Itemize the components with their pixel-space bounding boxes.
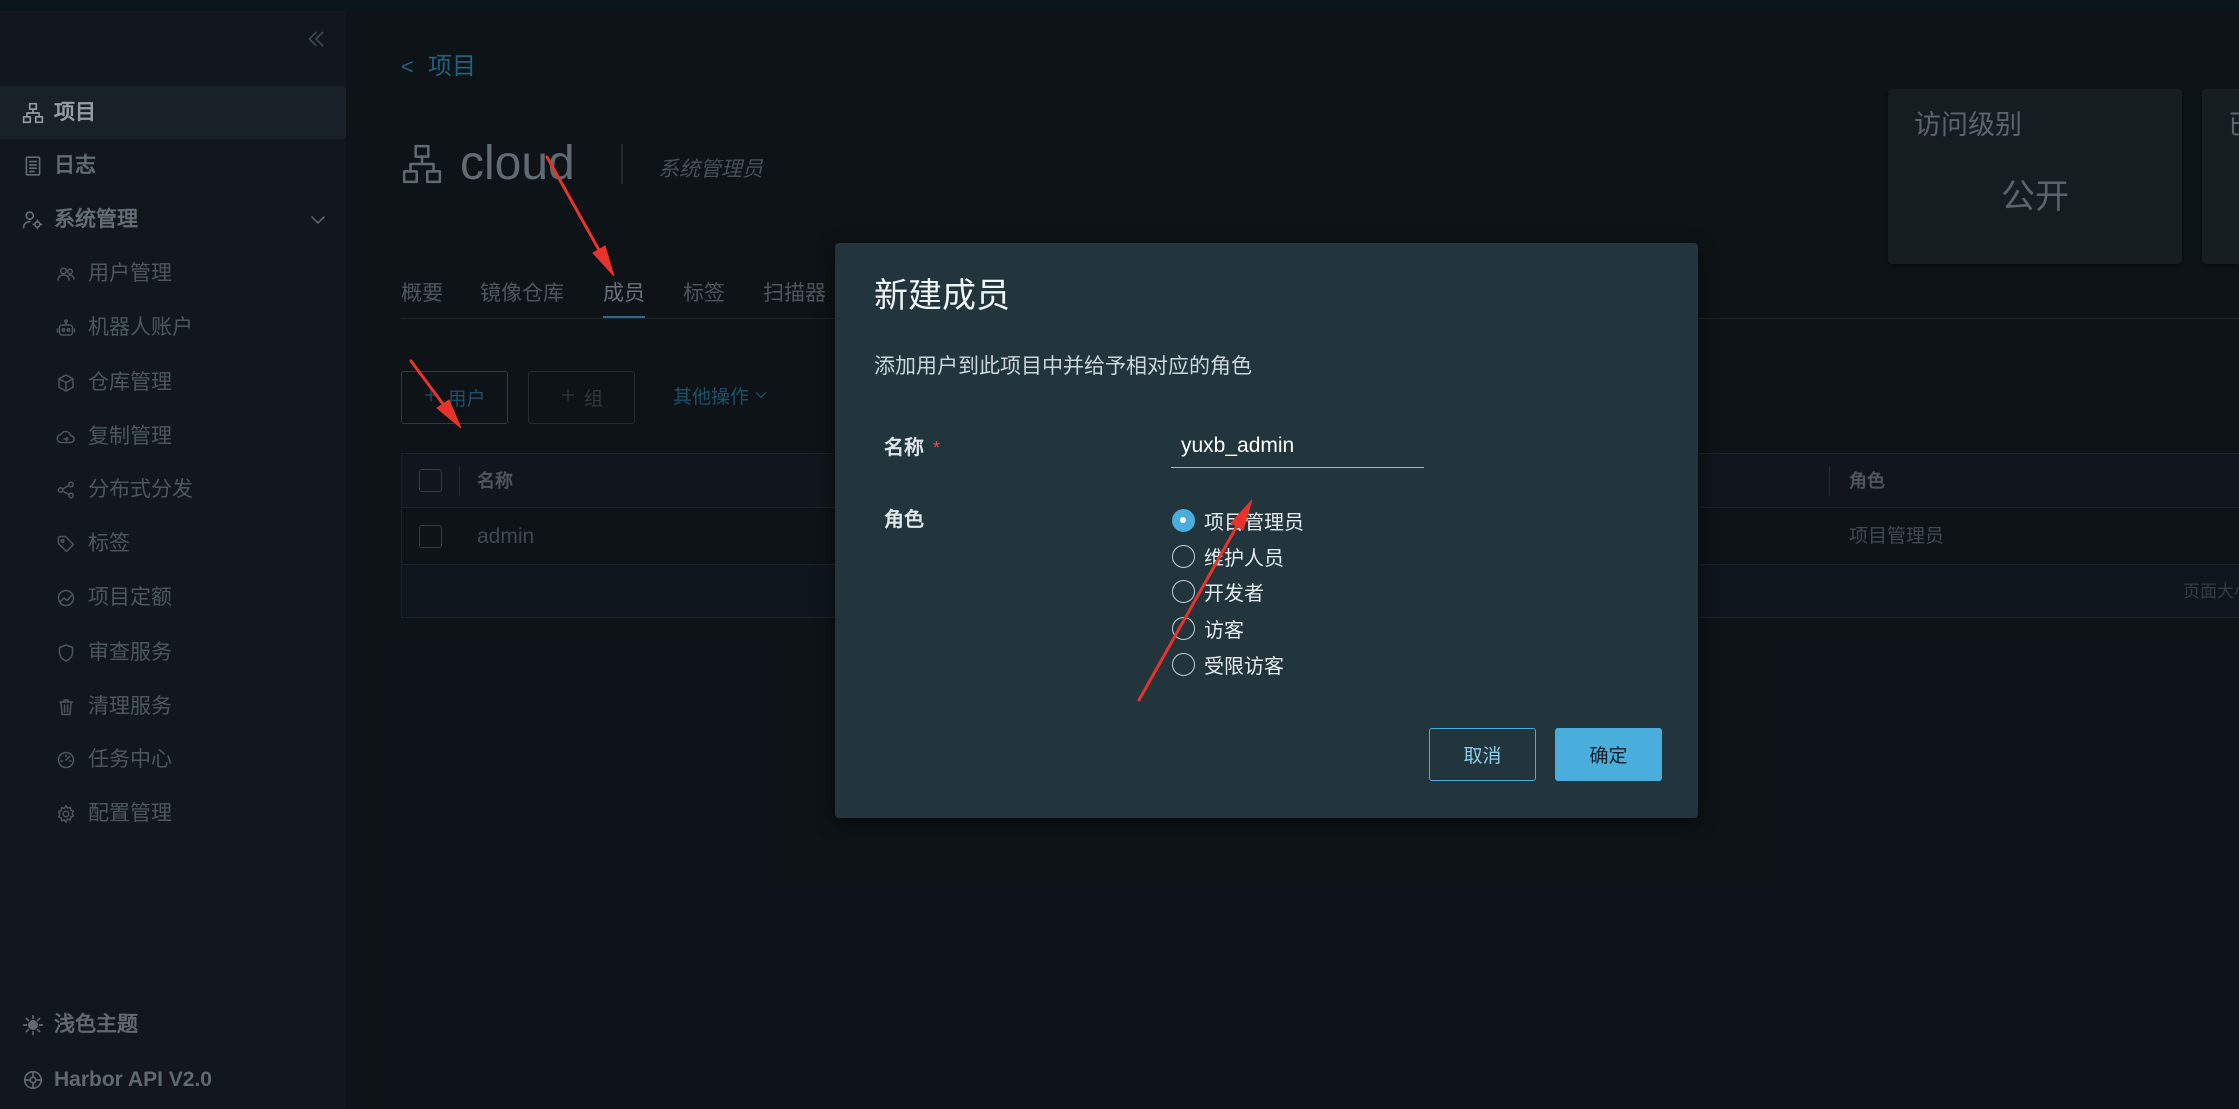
role-radio[interactable] bbox=[1172, 508, 1195, 532]
name-label: 名称 bbox=[884, 437, 924, 459]
role-option-label: 维护人员 bbox=[1204, 547, 1284, 570]
role-option-label: 项目管理员 bbox=[1204, 511, 1304, 534]
role-radio[interactable] bbox=[1172, 616, 1195, 640]
new-member-dialog: 新建成员 添加用户到此项目中并给予相对应的角色 名称 * 角色 项目管理员 维护… bbox=[835, 243, 1698, 818]
role-option-project-admin[interactable]: 项目管理员 bbox=[1172, 505, 1304, 535]
role-option-guest[interactable]: 访客 bbox=[1172, 613, 1244, 643]
confirm-button[interactable]: 确定 bbox=[1555, 728, 1662, 781]
role-option-label: 访客 bbox=[1204, 619, 1244, 642]
role-option-label: 开发者 bbox=[1204, 582, 1264, 605]
dialog-title: 新建成员 bbox=[874, 277, 1010, 315]
role-option-developer[interactable]: 开发者 bbox=[1172, 576, 1264, 606]
dialog-description: 添加用户到此项目中并给予相对应的角色 bbox=[874, 355, 1252, 378]
role-radio[interactable] bbox=[1172, 544, 1195, 568]
cancel-button[interactable]: 取消 bbox=[1429, 728, 1536, 781]
role-label: 角色 bbox=[884, 509, 924, 531]
role-option-label: 受限访客 bbox=[1204, 655, 1284, 678]
required-mark: * bbox=[933, 438, 941, 458]
role-radio[interactable] bbox=[1172, 579, 1195, 603]
role-radio[interactable] bbox=[1172, 652, 1195, 676]
role-option-limited-guest[interactable]: 受限访客 bbox=[1172, 649, 1284, 679]
role-option-maintainer[interactable]: 维护人员 bbox=[1172, 541, 1284, 571]
member-name-input[interactable] bbox=[1171, 425, 1424, 468]
